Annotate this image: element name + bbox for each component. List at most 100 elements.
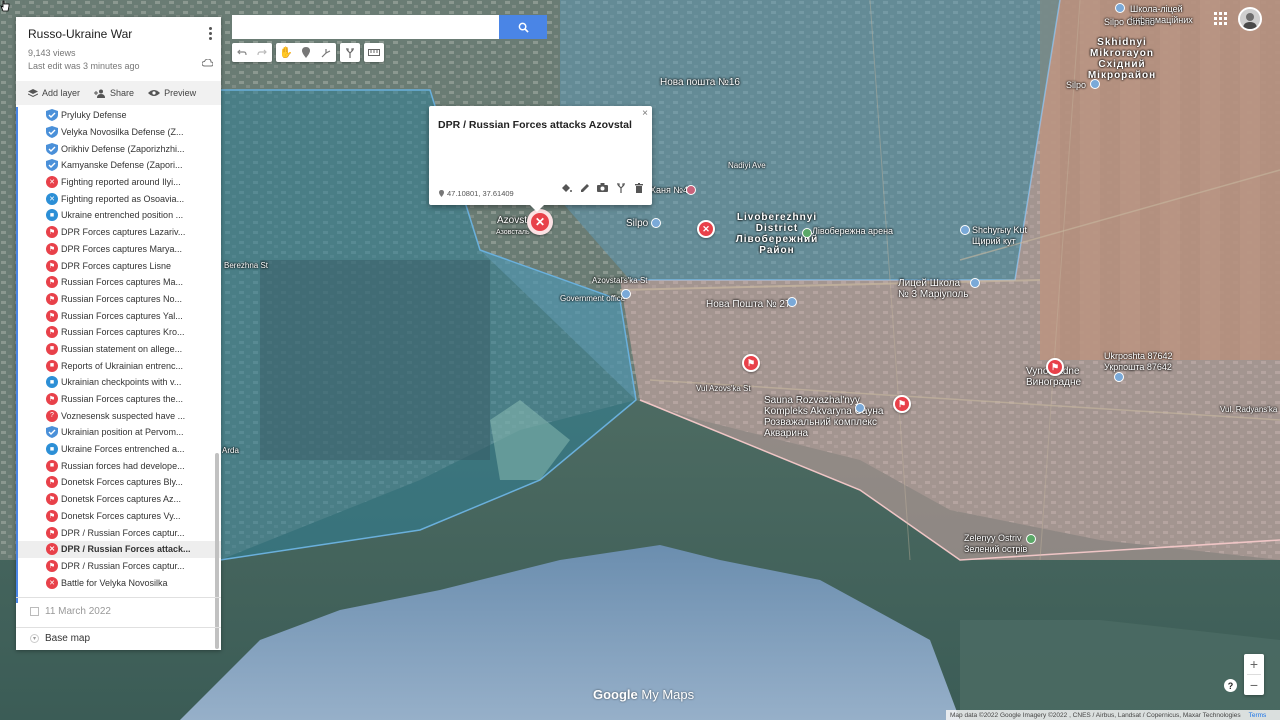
zoom-out-button[interactable]: − [1244, 675, 1264, 695]
panel-scrollbar[interactable] [215, 453, 219, 649]
flag-icon: ⚑ [46, 292, 58, 305]
layer-item[interactable]: Pryluky Defense [18, 107, 221, 124]
layer-item[interactable]: ⚑ DPR Forces captures Marya... [18, 241, 221, 258]
terms-link[interactable]: Terms [1249, 712, 1267, 719]
poi-marker[interactable] [621, 289, 631, 299]
layer-item[interactable]: ■ Russian statement on allege... [18, 341, 221, 358]
poi-marker[interactable] [802, 228, 812, 238]
layer-item[interactable]: ⚑ Donetsk Forces captures Bly... [18, 474, 221, 491]
style-button[interactable] [561, 182, 572, 193]
popup-pointer [529, 204, 545, 212]
drawing-tools-group: ✋ [276, 43, 336, 62]
layer-item-label: Reports of Ukrainian entrenc... [61, 360, 184, 371]
poi-marker[interactable] [970, 278, 980, 288]
layer-item-list: Pryluky Defense Velyka Novosilka Defense … [16, 107, 221, 603]
layer-item[interactable]: Velyka Novosilka Defense (Z... [18, 124, 221, 141]
directions-to-here-button[interactable] [615, 182, 626, 193]
more-options-icon[interactable] [207, 27, 213, 40]
layer-item-label: Russian Forces captures Ma... [61, 277, 184, 288]
map-label: Zelenyy Ostriv Зелений острів [964, 533, 1028, 554]
add-marker-button[interactable] [296, 43, 316, 62]
layer-item[interactable]: ✕ Fighting reported as Osoavia... [18, 190, 221, 207]
layer-item[interactable]: ✕ Battle for Velyka Novosilka [18, 574, 221, 591]
marker-icon [302, 47, 310, 58]
poi-marker[interactable] [1090, 79, 1100, 89]
fort-icon: ■ [46, 209, 58, 222]
avatar[interactable] [1238, 7, 1262, 31]
layer-item[interactable]: ⚑ Russian Forces captures No... [18, 291, 221, 308]
poi-marker[interactable] [651, 218, 661, 228]
layer-item[interactable]: ■ Ukraine entrenched position ... [18, 207, 221, 224]
layer-item[interactable]: ⚑ Donetsk Forces captures Az... [18, 491, 221, 508]
layer-item[interactable]: ✕ DPR / Russian Forces attack... [18, 540, 221, 558]
flag-icon: ⚑ [46, 259, 58, 272]
layer-item[interactable]: Orikhiv Defense (Zaporizhzhi... [18, 140, 221, 157]
measure-button[interactable] [364, 43, 384, 62]
layer-item[interactable]: ⚑ DPR Forces captures Lisne [18, 257, 221, 274]
redo-icon [257, 49, 267, 55]
undo-icon [237, 49, 247, 55]
add-directions-button[interactable] [340, 43, 360, 62]
layer-item[interactable]: ⚑ Russian Forces captures Yal... [18, 307, 221, 324]
coordinates-text: 47.10801, 37.61409 [447, 189, 514, 198]
layer-item[interactable]: Kamyanske Defense (Zapori... [18, 157, 221, 174]
draw-line-button[interactable] [316, 43, 336, 62]
event-marker[interactable]: ✕ [697, 220, 715, 238]
layer-item-label: DPR Forces captures Lisne [61, 260, 172, 271]
layer-item-label: DPR Forces captures Marya... [61, 243, 183, 254]
layer-item[interactable]: ⚑ Russian Forces captures Kro... [18, 324, 221, 341]
add-layer-button[interactable]: Add layer [28, 88, 80, 98]
layer-item[interactable]: Ukrainian position at Pervom... [18, 424, 221, 441]
help-button[interactable]: ? [1224, 679, 1237, 692]
layer-item[interactable]: ⚑ Donetsk Forces captures Vy... [18, 508, 221, 525]
flag-icon: ⚑ [746, 357, 756, 368]
search-input[interactable] [232, 15, 499, 39]
poi-marker[interactable] [686, 185, 696, 195]
layer-item[interactable]: ✕ Fighting reported around Ilyi... [18, 174, 221, 191]
delete-button[interactable] [633, 182, 644, 193]
event-marker[interactable]: ⚑ [1046, 358, 1064, 376]
poi-marker[interactable] [1115, 3, 1125, 13]
layer-item[interactable]: ■ Ukraine Forces entrenched a... [18, 441, 221, 458]
preview-button[interactable]: Preview [148, 88, 196, 98]
layer-item-label: Russian Forces captures the... [61, 394, 184, 405]
layer-item[interactable]: ■ Ukrainian checkpoints with v... [18, 374, 221, 391]
layer-item[interactable]: ■ Russian forces had develope... [18, 457, 221, 474]
layer-item[interactable]: ⚑ DPR / Russian Forces captur... [18, 558, 221, 575]
close-icon[interactable]: × [642, 108, 648, 119]
pan-tool-button[interactable]: ✋ [276, 43, 296, 62]
poi-marker[interactable] [1026, 534, 1036, 544]
add-person-icon [94, 89, 106, 98]
undo-button[interactable] [232, 43, 252, 62]
event-marker-selected[interactable]: ✕ [527, 209, 553, 235]
layer-item[interactable]: ⚑ DPR Forces captures Lazariv... [18, 224, 221, 241]
layer-visibility-checkbox[interactable] [30, 607, 39, 616]
preview-label: Preview [164, 88, 197, 98]
zoom-in-button[interactable]: + [1244, 654, 1264, 674]
layer-item[interactable]: ■ Reports of Ukrainian entrenc... [18, 357, 221, 374]
layer-item[interactable]: ⚑ DPR / Russian Forces captur... [18, 524, 221, 541]
poi-marker[interactable] [787, 297, 797, 307]
feature-info-popup: DPR / Russian Forces attacks Azovstal × … [429, 106, 652, 212]
map-title[interactable]: Russo-Ukraine War [28, 27, 209, 41]
location-pin-icon [439, 190, 444, 197]
layer-item[interactable]: ⚑ Russian Forces captures Ma... [18, 274, 221, 291]
redo-button[interactable] [252, 43, 272, 62]
event-marker[interactable]: ⚑ [742, 354, 760, 372]
layer-item[interactable]: ? Voznesensk suspected have ... [18, 407, 221, 424]
share-button[interactable]: Share [94, 88, 134, 98]
google-apps-icon[interactable] [1214, 12, 1227, 25]
map-label-street: Azovstal's'ka St [592, 276, 648, 285]
shield-icon [46, 426, 58, 439]
edit-button[interactable] [579, 182, 590, 193]
layer-11-march-2022[interactable]: 11 March 2022 [30, 606, 111, 617]
event-marker[interactable]: ⚑ [893, 395, 911, 413]
base-map-selector[interactable]: ▾ Base map [30, 633, 90, 644]
swords-blue-icon: ✕ [46, 192, 58, 205]
layer-item[interactable]: ⚑ Russian Forces captures the... [18, 391, 221, 408]
poi-marker[interactable] [855, 403, 865, 413]
add-image-button[interactable] [597, 182, 608, 193]
poi-marker[interactable] [1114, 372, 1124, 382]
poi-marker[interactable] [960, 225, 970, 235]
search-button[interactable] [499, 15, 547, 39]
